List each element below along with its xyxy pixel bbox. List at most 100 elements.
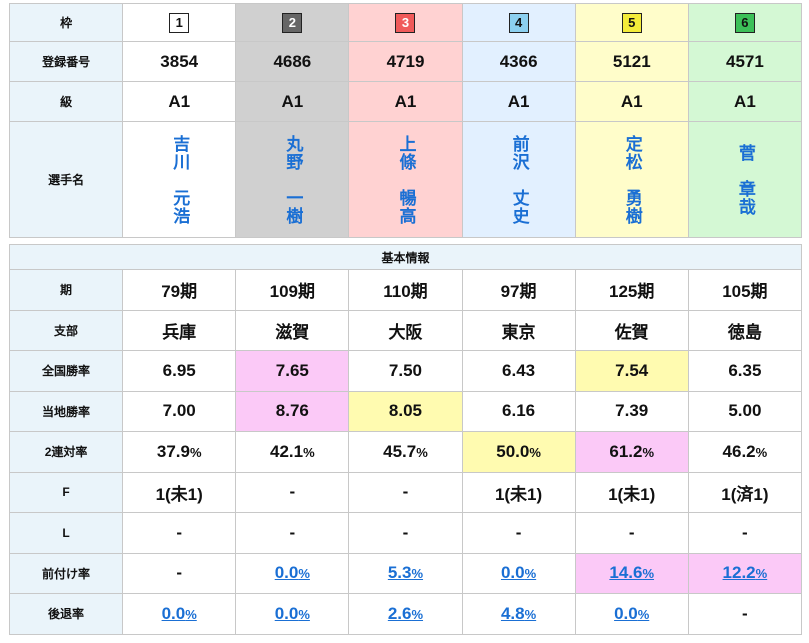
racer-surname[interactable]: 丸野 [283,135,302,171]
maezuke-cell[interactable]: 14.6% [574,552,689,594]
koutai-value[interactable]: 4.8 [501,604,525,623]
waku-badge-6: 6 [734,12,755,33]
shibu-value: 兵庫 [122,309,237,351]
touchi-value: 8.76 [235,390,350,432]
maezuke-cell[interactable]: 0.0% [461,552,576,594]
kyu-label: 級 [8,81,124,122]
maezuke-cell[interactable]: 5.3% [348,552,463,594]
racer-name-cell-4[interactable]: 前沢 丈史 [461,121,576,238]
racer-surname[interactable]: 菅 [736,144,755,162]
maezuke-link[interactable]: 12.2% [723,563,768,582]
percent-unit[interactable]: % [298,566,310,581]
racer-given-name[interactable]: 暢高 [396,189,415,225]
rentai-cell: 50.0% [461,431,576,473]
maezuke-value: - [122,552,237,594]
percent-unit: % [642,444,655,460]
rentai-cell: 42.1% [235,431,350,473]
percent-unit[interactable]: % [525,566,537,581]
racer-given-name[interactable]: 勇樹 [623,189,642,225]
racer-name-link[interactable]: 上條 暢高 [349,122,461,237]
waku-label: 枠 [8,3,124,42]
racer-surname[interactable]: 前沢 [510,135,529,171]
racer-name-link[interactable]: 前沢 丈史 [463,122,575,237]
l-label: L [8,512,124,554]
percent-unit[interactable]: % [411,566,423,581]
koutai-cell[interactable]: 0.0% [122,593,237,635]
racer-surname[interactable]: 吉川 [170,135,189,171]
reg-number: 5121 [574,41,689,82]
maezuke-value[interactable]: 12.2 [723,563,756,582]
f-value: 1(未1) [574,471,689,513]
percent-unit: % [303,444,315,460]
racer-surname[interactable]: 上條 [396,135,415,171]
rentai-value: 42.1 [269,441,304,461]
maezuke-row: 前付け率 - 0.0% 5.3% 0.0% 14.6% 12.2% [8,552,803,594]
racer-surname[interactable]: 定松 [623,135,642,171]
shibu-label: 支部 [8,309,124,351]
maezuke-link[interactable]: 14.6% [609,563,654,582]
racer-given-name[interactable]: 元浩 [170,189,189,225]
waku-badge-1: 1 [169,12,190,33]
maezuke-link[interactable]: 0.0% [275,563,310,582]
shibu-row: 支部 兵庫 滋賀 大阪 東京 佐賀 徳島 [8,309,803,351]
racer-name-link[interactable]: 吉川 元浩 [123,122,235,237]
rentai-value: 46.2 [722,441,756,461]
koutai-cell[interactable]: 0.0% [235,593,350,635]
racer-given-name[interactable]: 章哉 [736,180,755,216]
ki-value: 97期 [461,269,576,311]
name-row: 選手名 吉川 元浩 丸野 一樹 上條 暢高 前沢 丈史 定松 勇樹 菅章哉 [8,121,803,238]
koutai-value[interactable]: 0.0 [162,604,186,623]
koutai-link[interactable]: 0.0% [614,604,650,623]
basic-info-title: 基本情報 [9,244,802,270]
koutai-link[interactable]: 4.8% [501,604,537,623]
koutai-value[interactable]: 0.0 [275,604,299,623]
maezuke-link[interactable]: 0.0% [501,563,537,582]
racer-name-link[interactable]: 菅章哉 [689,122,801,237]
koutai-value[interactable]: 0.0 [614,604,638,623]
rentai-cell: 37.9% [122,431,237,473]
maezuke-link[interactable]: 5.3% [388,563,423,582]
l-row: L - - - - - - [8,512,803,554]
koutai-cell[interactable]: 4.8% [461,593,576,635]
koutai-link[interactable]: 2.6% [388,604,423,623]
maezuke-value[interactable]: 0.0 [501,563,525,582]
koutai-cell[interactable]: 2.6% [348,593,463,635]
kyu-value: A1 [348,81,463,122]
touchi-value: 8.05 [348,390,463,432]
touchi-value: 5.00 [687,390,803,432]
racer-name-cell-3[interactable]: 上條 暢高 [348,121,463,238]
percent-unit[interactable]: % [525,607,537,622]
f-label: F [8,471,124,513]
ki-value: 105期 [687,269,803,311]
waku-badge-4: 4 [508,12,529,33]
koutai-link[interactable]: 0.0% [275,604,310,623]
racer-name-link[interactable]: 定松 勇樹 [576,122,688,237]
percent-unit[interactable]: % [638,607,650,622]
rentai-value: 61.2 [609,441,643,461]
zenkoku-value: 6.95 [122,350,237,392]
racer-name-cell-1[interactable]: 吉川 元浩 [122,121,237,238]
koutai-link[interactable]: 0.0% [162,604,197,623]
percent-unit[interactable]: % [185,607,197,622]
racer-name-cell-2[interactable]: 丸野 一樹 [235,121,350,238]
racer-name-cell-6[interactable]: 菅章哉 [687,121,803,238]
percent-unit[interactable]: % [756,566,768,581]
racer-name-cell-5[interactable]: 定松 勇樹 [574,121,689,238]
racer-given-name[interactable]: 一樹 [283,189,302,225]
koutai-cell[interactable]: 0.0% [574,593,689,635]
maezuke-value[interactable]: 5.3 [388,563,412,582]
percent-unit[interactable]: % [298,607,310,622]
koutai-value: - [687,593,803,635]
racer-given-name[interactable]: 丈史 [510,189,529,225]
maezuke-value[interactable]: 14.6 [609,563,642,582]
racer-name-link[interactable]: 丸野 一樹 [236,122,348,237]
maezuke-cell[interactable]: 12.2% [687,552,803,594]
waku-cell-1: 1 [122,3,237,42]
waku-row: 枠 1 2 3 4 5 6 [8,3,803,42]
percent-unit[interactable]: % [642,566,654,581]
koutai-value[interactable]: 2.6 [388,604,412,623]
f-row: F 1(未1) - - 1(未1) 1(未1) 1(済1) [8,471,803,513]
maezuke-cell[interactable]: 0.0% [235,552,350,594]
maezuke-value[interactable]: 0.0 [275,563,299,582]
percent-unit[interactable]: % [411,607,423,622]
